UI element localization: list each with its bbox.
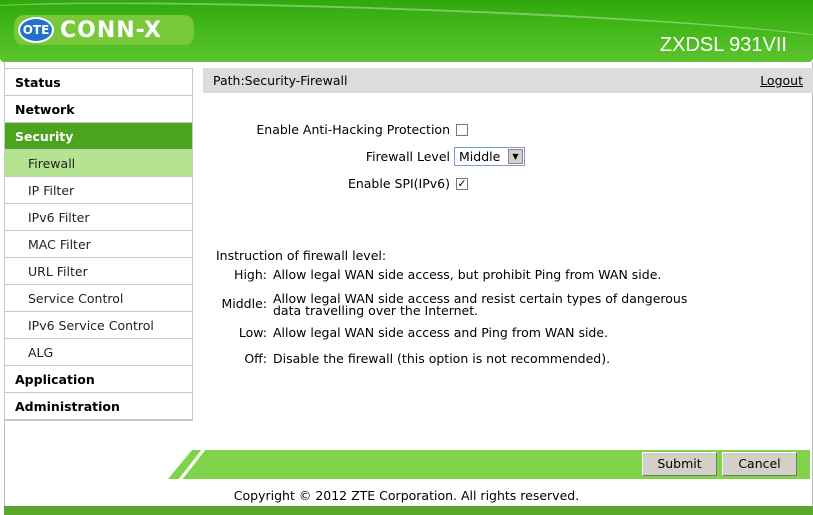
submit-button[interactable]: Submit [642,452,717,476]
logo-text: CONN-X [60,17,162,43]
firewall-level-label: Firewall Level [365,149,450,164]
anti-hacking-label: Enable Anti-Hacking Protection [256,122,450,137]
bottom-bar [4,506,813,515]
sidebar-item-ipv6-service-control[interactable]: IPv6 Service Control [5,312,192,339]
instruction-item: Middle: Allow legal WAN side access and r… [221,291,703,318]
instruction-item: Off: Disable the firewall (this option is… [244,351,703,366]
device-model: ZXDSL 931VII [659,34,787,56]
sidebar-item-application[interactable]: Application [5,366,192,393]
sidebar: Status Network Security Firewall IP Filter IP… [4,68,193,421]
spi-label: Enable SPI(IPv6) [347,176,450,191]
sidebar-item-firewall[interactable]: Firewall [5,150,192,177]
sidebar-item-ipv6-filter[interactable]: IPv6 Filter [5,204,192,231]
instruction-key: High: [234,267,267,282]
breadcrumb: Path:Security-Firewall Logout [203,68,813,93]
instruction-key: Low: [238,325,267,340]
ote-logo-badge: OTE [18,17,54,43]
sidebar-item-alg[interactable]: ALG [5,339,192,366]
anti-hacking-row: Enable Anti-Hacking Protection [203,120,813,140]
firewall-level-row: Firewall Level Middle ▼ [203,147,813,167]
instruction-key: Off: [244,351,267,366]
sidebar-item-url-filter[interactable]: URL Filter [5,258,192,285]
copyright: Copyright © 2012 ZTE Corporation. All ri… [233,488,580,503]
sidebar-item-mac-filter[interactable]: MAC Filter [5,231,192,258]
breadcrumb-path: Path:Security-Firewall [213,73,348,88]
instruction-text: Allow legal WAN side access and Ping fro… [273,325,609,340]
instruction-title: Instruction of firewall level: [216,248,387,263]
sidebar-item-ip-filter[interactable]: IP Filter [5,177,192,204]
sidebar-item-administration[interactable]: Administration [5,393,192,420]
instruction-text: Allow legal WAN side access and resist c… [273,291,688,318]
instruction-text: Disable the firewall (this option is not… [273,351,611,366]
sidebar-item-security[interactable]: Security [5,123,192,150]
anti-hacking-checkbox[interactable] [456,124,468,136]
spi-row: Enable SPI(IPv6) ✓ [203,174,813,194]
logout-link[interactable]: Logout [760,68,803,93]
header-banner: OTE CONN-X ZXDSL 931VII [0,0,813,62]
instruction-item: Low: Allow legal WAN side access and Ping… [239,325,703,340]
firewall-level-value: Middle [459,149,501,164]
cancel-button[interactable]: Cancel [722,452,797,476]
instruction-item: High: Allow legal WAN side access, but pr… [234,267,703,282]
dropdown-arrow-icon[interactable]: ▼ [508,149,523,164]
instruction-key: Middle: [221,296,267,311]
sidebar-item-service-control[interactable]: Service Control [5,285,192,312]
logo: OTE CONN-X [14,15,194,45]
sidebar-item-status[interactable]: Status [5,69,192,96]
instruction-text: Allow legal WAN side access, but prohibi… [273,267,662,282]
firewall-level-select[interactable]: Middle ▼ [454,147,525,166]
sidebar-item-network[interactable]: Network [5,96,192,123]
spi-checkbox[interactable]: ✓ [456,178,468,190]
